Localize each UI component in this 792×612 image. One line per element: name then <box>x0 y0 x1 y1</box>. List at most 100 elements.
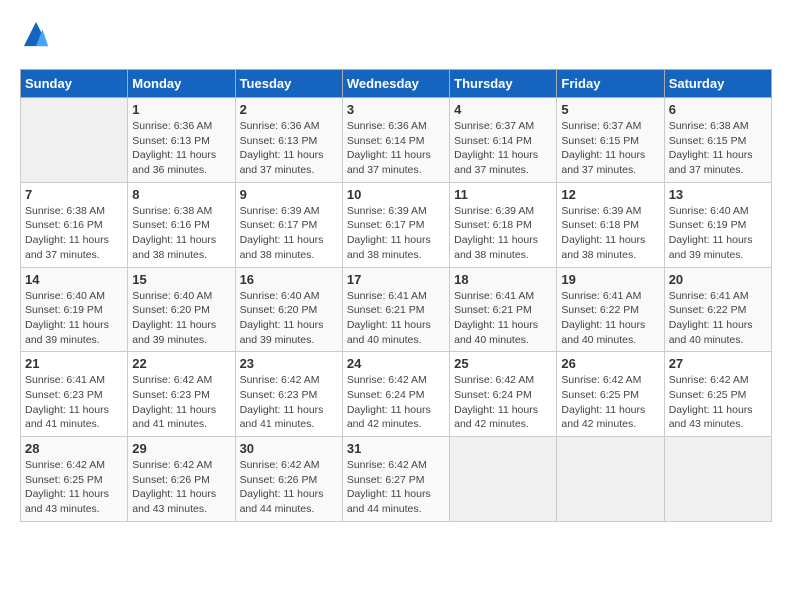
day-number: 26 <box>561 356 659 371</box>
day-number: 16 <box>240 272 338 287</box>
calendar-cell: 31 Sunrise: 6:42 AMSunset: 6:27 PMDaylig… <box>342 437 449 522</box>
day-detail: Sunrise: 6:42 AMSunset: 6:25 PMDaylight:… <box>669 374 753 430</box>
day-detail: Sunrise: 6:42 AMSunset: 6:25 PMDaylight:… <box>25 459 109 515</box>
day-number: 25 <box>454 356 552 371</box>
week-row-2: 7 Sunrise: 6:38 AMSunset: 6:16 PMDayligh… <box>21 182 772 267</box>
column-header-thursday: Thursday <box>450 70 557 98</box>
day-number: 19 <box>561 272 659 287</box>
day-detail: Sunrise: 6:38 AMSunset: 6:16 PMDaylight:… <box>132 205 216 261</box>
day-number: 28 <box>25 441 123 456</box>
day-number: 4 <box>454 102 552 117</box>
column-header-monday: Monday <box>128 70 235 98</box>
day-number: 10 <box>347 187 445 202</box>
day-detail: Sunrise: 6:41 AMSunset: 6:22 PMDaylight:… <box>561 290 645 346</box>
calendar-cell: 29 Sunrise: 6:42 AMSunset: 6:26 PMDaylig… <box>128 437 235 522</box>
calendar-cell: 16 Sunrise: 6:40 AMSunset: 6:20 PMDaylig… <box>235 267 342 352</box>
calendar-cell <box>557 437 664 522</box>
calendar-cell: 12 Sunrise: 6:39 AMSunset: 6:18 PMDaylig… <box>557 182 664 267</box>
day-detail: Sunrise: 6:40 AMSunset: 6:20 PMDaylight:… <box>132 290 216 346</box>
calendar-cell: 30 Sunrise: 6:42 AMSunset: 6:26 PMDaylig… <box>235 437 342 522</box>
day-detail: Sunrise: 6:42 AMSunset: 6:25 PMDaylight:… <box>561 374 645 430</box>
week-row-5: 28 Sunrise: 6:42 AMSunset: 6:25 PMDaylig… <box>21 437 772 522</box>
day-detail: Sunrise: 6:39 AMSunset: 6:17 PMDaylight:… <box>347 205 431 261</box>
calendar-cell: 6 Sunrise: 6:38 AMSunset: 6:15 PMDayligh… <box>664 98 771 183</box>
calendar-cell: 27 Sunrise: 6:42 AMSunset: 6:25 PMDaylig… <box>664 352 771 437</box>
calendar-cell: 26 Sunrise: 6:42 AMSunset: 6:25 PMDaylig… <box>557 352 664 437</box>
day-number: 30 <box>240 441 338 456</box>
day-number: 11 <box>454 187 552 202</box>
day-detail: Sunrise: 6:41 AMSunset: 6:23 PMDaylight:… <box>25 374 109 430</box>
calendar-cell: 1 Sunrise: 6:36 AMSunset: 6:13 PMDayligh… <box>128 98 235 183</box>
calendar-cell <box>450 437 557 522</box>
column-header-wednesday: Wednesday <box>342 70 449 98</box>
day-number: 24 <box>347 356 445 371</box>
day-detail: Sunrise: 6:41 AMSunset: 6:22 PMDaylight:… <box>669 290 753 346</box>
column-header-friday: Friday <box>557 70 664 98</box>
day-number: 7 <box>25 187 123 202</box>
calendar-cell: 5 Sunrise: 6:37 AMSunset: 6:15 PMDayligh… <box>557 98 664 183</box>
calendar-cell <box>21 98 128 183</box>
logo-icon <box>22 20 50 48</box>
calendar-cell: 14 Sunrise: 6:40 AMSunset: 6:19 PMDaylig… <box>21 267 128 352</box>
calendar-cell: 25 Sunrise: 6:42 AMSunset: 6:24 PMDaylig… <box>450 352 557 437</box>
day-detail: Sunrise: 6:36 AMSunset: 6:14 PMDaylight:… <box>347 120 431 176</box>
calendar-cell: 20 Sunrise: 6:41 AMSunset: 6:22 PMDaylig… <box>664 267 771 352</box>
column-header-tuesday: Tuesday <box>235 70 342 98</box>
day-number: 1 <box>132 102 230 117</box>
day-number: 22 <box>132 356 230 371</box>
day-detail: Sunrise: 6:42 AMSunset: 6:23 PMDaylight:… <box>132 374 216 430</box>
day-number: 6 <box>669 102 767 117</box>
day-detail: Sunrise: 6:40 AMSunset: 6:19 PMDaylight:… <box>669 205 753 261</box>
calendar-cell: 4 Sunrise: 6:37 AMSunset: 6:14 PMDayligh… <box>450 98 557 183</box>
calendar-cell: 22 Sunrise: 6:42 AMSunset: 6:23 PMDaylig… <box>128 352 235 437</box>
calendar-cell: 9 Sunrise: 6:39 AMSunset: 6:17 PMDayligh… <box>235 182 342 267</box>
calendar-body: 1 Sunrise: 6:36 AMSunset: 6:13 PMDayligh… <box>21 98 772 522</box>
calendar-cell: 11 Sunrise: 6:39 AMSunset: 6:18 PMDaylig… <box>450 182 557 267</box>
calendar-cell: 13 Sunrise: 6:40 AMSunset: 6:19 PMDaylig… <box>664 182 771 267</box>
calendar-cell: 24 Sunrise: 6:42 AMSunset: 6:24 PMDaylig… <box>342 352 449 437</box>
day-detail: Sunrise: 6:38 AMSunset: 6:16 PMDaylight:… <box>25 205 109 261</box>
logo <box>20 20 50 53</box>
calendar-cell: 15 Sunrise: 6:40 AMSunset: 6:20 PMDaylig… <box>128 267 235 352</box>
day-detail: Sunrise: 6:42 AMSunset: 6:24 PMDaylight:… <box>454 374 538 430</box>
day-number: 12 <box>561 187 659 202</box>
calendar-cell: 23 Sunrise: 6:42 AMSunset: 6:23 PMDaylig… <box>235 352 342 437</box>
day-detail: Sunrise: 6:42 AMSunset: 6:26 PMDaylight:… <box>240 459 324 515</box>
day-number: 8 <box>132 187 230 202</box>
day-number: 15 <box>132 272 230 287</box>
day-number: 5 <box>561 102 659 117</box>
calendar-cell: 8 Sunrise: 6:38 AMSunset: 6:16 PMDayligh… <box>128 182 235 267</box>
day-number: 27 <box>669 356 767 371</box>
day-detail: Sunrise: 6:41 AMSunset: 6:21 PMDaylight:… <box>454 290 538 346</box>
calendar-cell: 28 Sunrise: 6:42 AMSunset: 6:25 PMDaylig… <box>21 437 128 522</box>
day-detail: Sunrise: 6:42 AMSunset: 6:27 PMDaylight:… <box>347 459 431 515</box>
day-detail: Sunrise: 6:38 AMSunset: 6:15 PMDaylight:… <box>669 120 753 176</box>
day-number: 29 <box>132 441 230 456</box>
calendar-header-row: SundayMondayTuesdayWednesdayThursdayFrid… <box>21 70 772 98</box>
day-number: 18 <box>454 272 552 287</box>
day-detail: Sunrise: 6:40 AMSunset: 6:20 PMDaylight:… <box>240 290 324 346</box>
calendar-cell: 21 Sunrise: 6:41 AMSunset: 6:23 PMDaylig… <box>21 352 128 437</box>
day-number: 14 <box>25 272 123 287</box>
day-number: 2 <box>240 102 338 117</box>
day-detail: Sunrise: 6:42 AMSunset: 6:26 PMDaylight:… <box>132 459 216 515</box>
day-detail: Sunrise: 6:37 AMSunset: 6:15 PMDaylight:… <box>561 120 645 176</box>
day-detail: Sunrise: 6:40 AMSunset: 6:19 PMDaylight:… <box>25 290 109 346</box>
day-detail: Sunrise: 6:37 AMSunset: 6:14 PMDaylight:… <box>454 120 538 176</box>
day-number: 9 <box>240 187 338 202</box>
day-number: 3 <box>347 102 445 117</box>
day-detail: Sunrise: 6:39 AMSunset: 6:17 PMDaylight:… <box>240 205 324 261</box>
calendar-table: SundayMondayTuesdayWednesdayThursdayFrid… <box>20 69 772 522</box>
calendar-cell <box>664 437 771 522</box>
column-header-sunday: Sunday <box>21 70 128 98</box>
calendar-cell: 19 Sunrise: 6:41 AMSunset: 6:22 PMDaylig… <box>557 267 664 352</box>
calendar-cell: 2 Sunrise: 6:36 AMSunset: 6:13 PMDayligh… <box>235 98 342 183</box>
column-header-saturday: Saturday <box>664 70 771 98</box>
week-row-1: 1 Sunrise: 6:36 AMSunset: 6:13 PMDayligh… <box>21 98 772 183</box>
calendar-cell: 10 Sunrise: 6:39 AMSunset: 6:17 PMDaylig… <box>342 182 449 267</box>
calendar-cell: 7 Sunrise: 6:38 AMSunset: 6:16 PMDayligh… <box>21 182 128 267</box>
day-number: 31 <box>347 441 445 456</box>
logo-text <box>20 20 50 53</box>
day-detail: Sunrise: 6:36 AMSunset: 6:13 PMDaylight:… <box>132 120 216 176</box>
week-row-4: 21 Sunrise: 6:41 AMSunset: 6:23 PMDaylig… <box>21 352 772 437</box>
